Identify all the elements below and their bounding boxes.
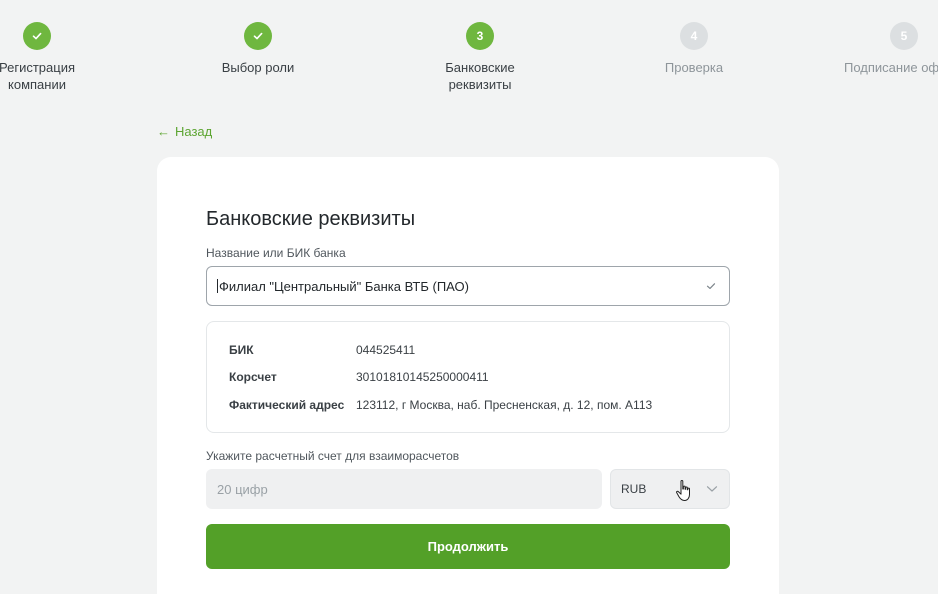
bank-info-value: 123112, г Москва, наб. Пресненская, д. 1… bbox=[356, 398, 653, 412]
step-label: Выбор роли bbox=[221, 60, 295, 75]
step-role-selection: Выбор роли bbox=[178, 22, 338, 76]
bank-info-value: 044525411 bbox=[356, 343, 416, 357]
step-review: 4 Проверка bbox=[614, 22, 774, 76]
step-label: Регистрация bbox=[0, 60, 75, 75]
chevron-down-icon bbox=[706, 486, 718, 492]
step-sign-offer: 5 Подписание офе bbox=[824, 22, 938, 76]
step-label: Проверка bbox=[664, 60, 724, 75]
account-number-input[interactable]: 20 цифр bbox=[206, 469, 602, 509]
bank-name-input[interactable]: Филиал "Центральный" Банка ВТБ (ПАО) bbox=[206, 266, 730, 306]
step-company-registration: Регистрация компании bbox=[0, 22, 117, 93]
step-number: 4 bbox=[680, 22, 708, 50]
currency-selected-value: RUB bbox=[621, 482, 647, 496]
bank-info-key: Корсчет bbox=[229, 370, 277, 384]
bank-field-label: Название или БИК банка bbox=[206, 246, 346, 260]
bank-details-card: Банковские реквизиты Название или БИК ба… bbox=[157, 157, 779, 594]
step-number: 3 bbox=[466, 22, 494, 50]
currency-select[interactable]: RUB bbox=[610, 469, 730, 509]
hand-cursor-icon bbox=[676, 479, 690, 501]
step-label: Подписание офе bbox=[844, 60, 938, 75]
continue-button[interactable]: Продолжить bbox=[206, 524, 730, 569]
step-number: 5 bbox=[890, 22, 918, 50]
step-check-icon bbox=[23, 22, 51, 50]
step-check-icon bbox=[244, 22, 272, 50]
step-label: реквизиты bbox=[448, 77, 512, 92]
check-icon bbox=[706, 283, 716, 289]
back-link[interactable]: ← Назад bbox=[157, 124, 212, 139]
text-caret bbox=[217, 279, 218, 293]
page-title: Банковские реквизиты bbox=[206, 208, 416, 230]
bank-info-value: 30101810145250000411 bbox=[356, 370, 489, 384]
bank-info-key: БИК bbox=[229, 343, 254, 357]
arrow-left-icon: ← bbox=[157, 124, 170, 139]
step-label: Банковские bbox=[445, 60, 515, 75]
step-label: компании bbox=[8, 77, 66, 92]
back-link-label: Назад bbox=[175, 124, 213, 139]
bank-info-key: Фактический адрес bbox=[229, 398, 345, 412]
account-number-placeholder: 20 цифр bbox=[217, 481, 268, 497]
bank-info-panel: БИК 044525411 Корсчет 301018101452500004… bbox=[206, 321, 730, 433]
progress-stepper: Регистрация компании Выбор роли 3 Банков… bbox=[0, 0, 938, 110]
account-field-label: Укажите расчетный счет для взаиморасчето… bbox=[206, 449, 460, 463]
bank-name-value: Филиал "Центральный" Банка ВТБ (ПАО) bbox=[219, 278, 469, 294]
step-bank-details: 3 Банковские реквизиты bbox=[400, 22, 560, 93]
